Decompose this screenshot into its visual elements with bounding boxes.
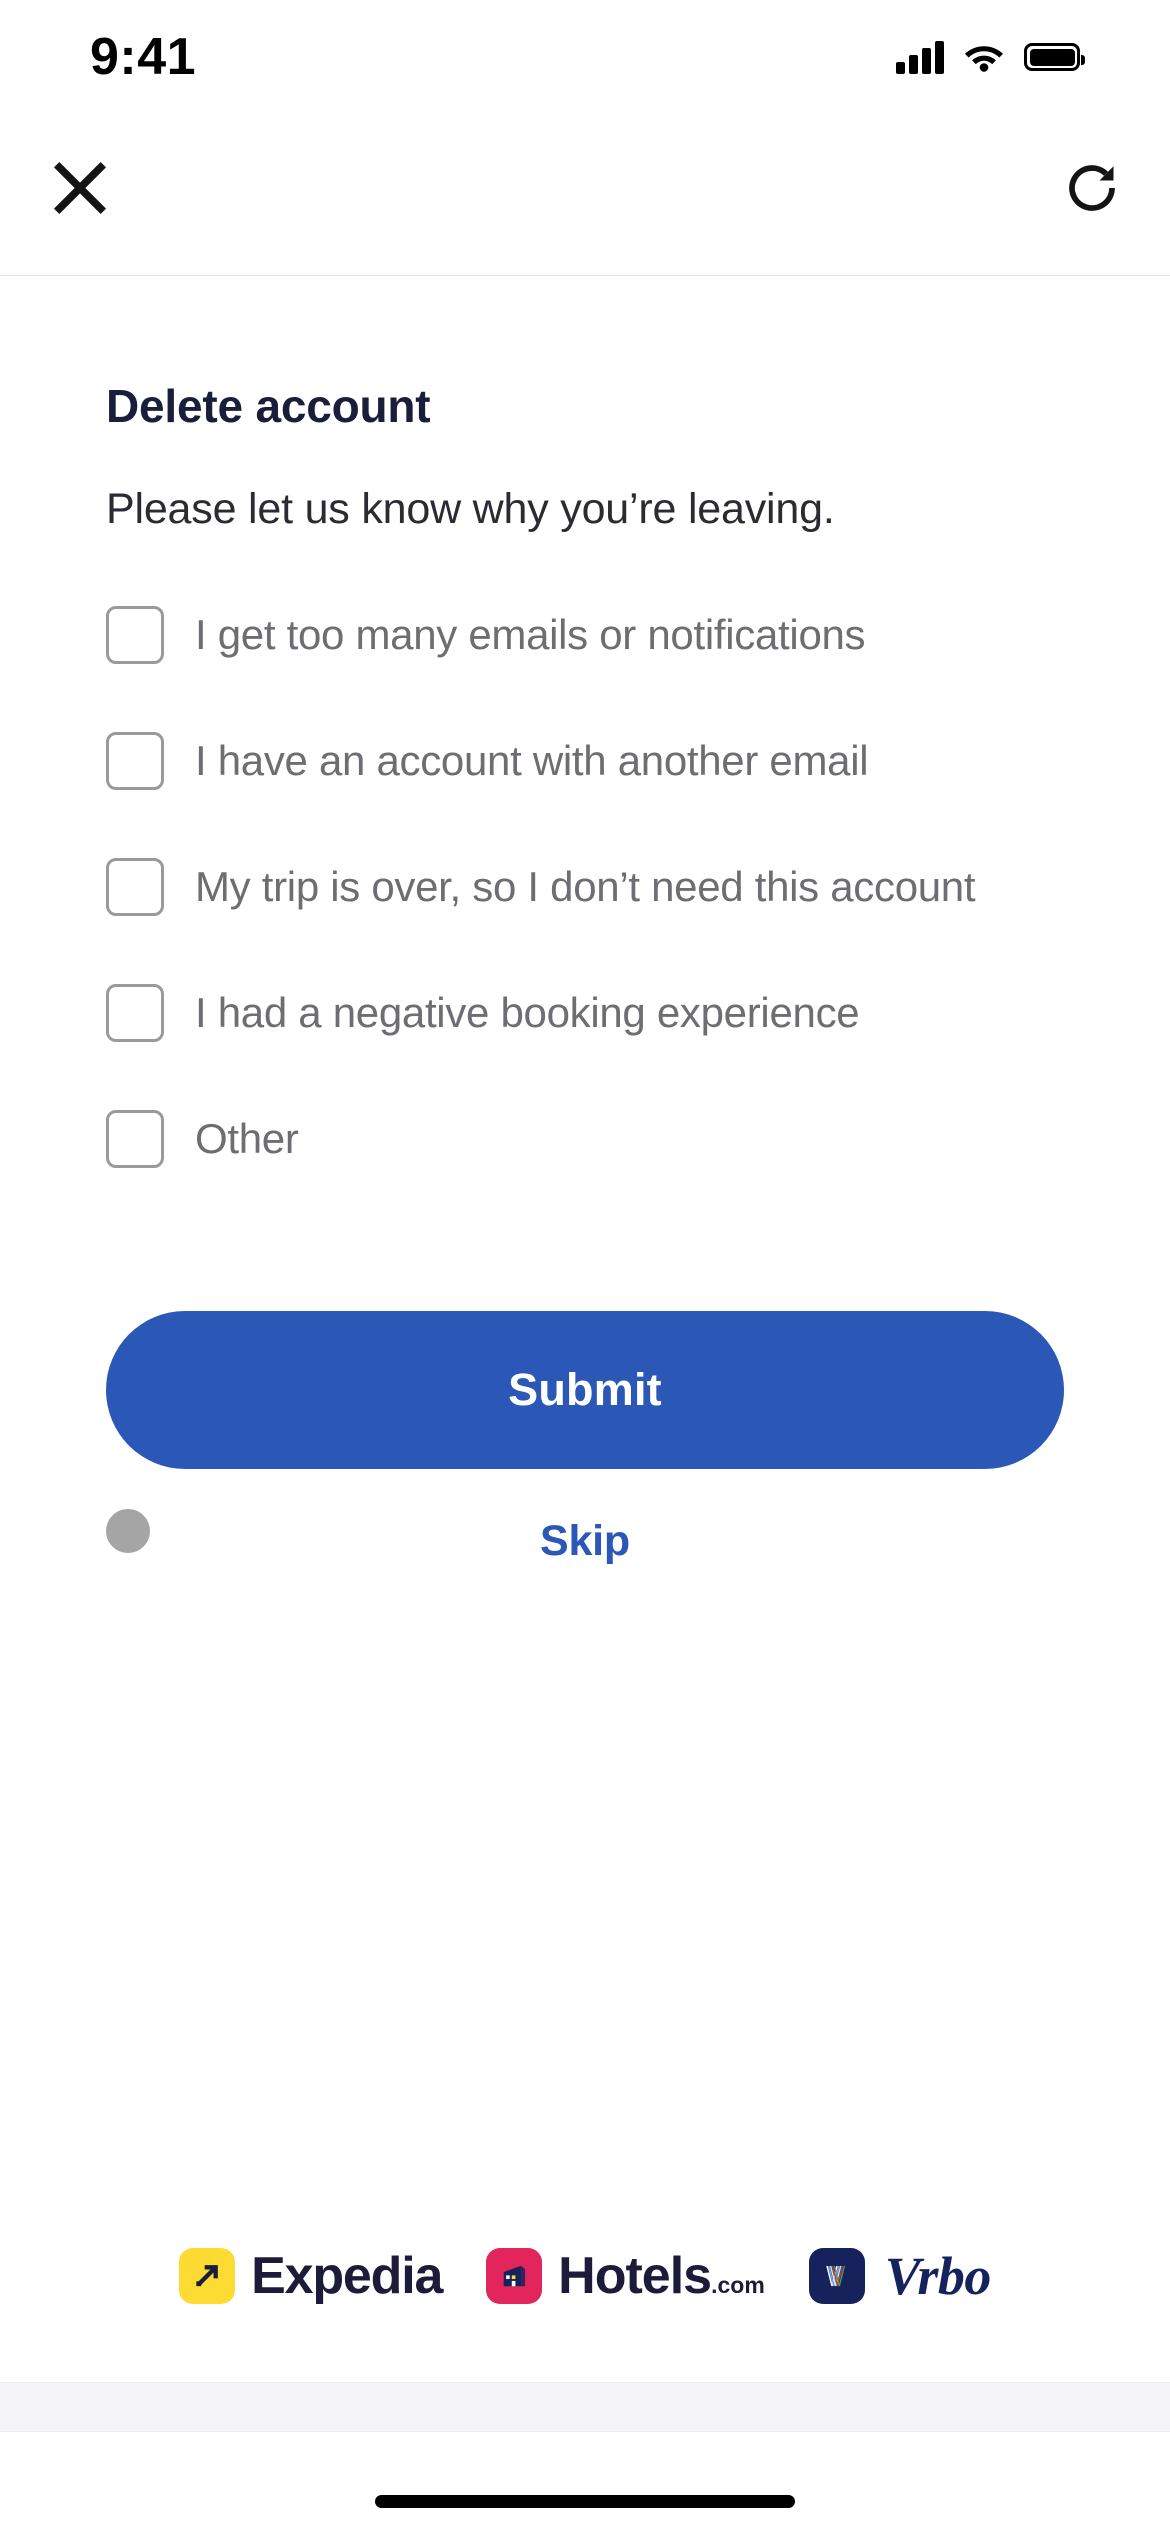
page-subtitle: Please let us know why you’re leaving. <box>106 485 835 533</box>
home-indicator[interactable] <box>375 2495 795 2508</box>
option-row[interactable]: I have an account with another email <box>106 722 1064 800</box>
option-label: My trip is over, so I don’t need this ac… <box>195 863 976 910</box>
option-label: I get too many emails or notifications <box>195 611 866 658</box>
option-label: I have an account with another email <box>195 737 869 784</box>
expedia-logo-icon <box>179 2248 236 2304</box>
checkbox-other[interactable] <box>106 1110 164 1168</box>
loading-dot-indicator <box>106 1509 150 1553</box>
skip-row: Skip <box>106 1491 1064 1591</box>
close-button[interactable] <box>45 153 115 223</box>
navigation-bar <box>0 100 1170 276</box>
expedia-wordmark: Expedia <box>251 2247 443 2305</box>
status-bar: 9:41 <box>0 0 1170 100</box>
cellular-signal-icon <box>896 40 944 74</box>
page-title: Delete account <box>106 380 431 432</box>
brand-hotels: Hotels.com <box>486 2246 765 2306</box>
vrbo-logo-icon <box>808 2248 865 2304</box>
hotels-tld: .com <box>711 2272 765 2298</box>
brand-footer: Expedia Hotels.com Vrbo <box>0 2245 1170 2307</box>
checkbox-emails-notifications[interactable] <box>106 606 164 664</box>
close-icon <box>53 161 107 214</box>
option-row[interactable]: Other <box>106 1100 1064 1178</box>
main-content: Delete account Please let us know why yo… <box>0 276 1170 1591</box>
option-row[interactable]: I had a negative booking experience <box>106 974 1064 1052</box>
hotels-logo-icon <box>486 2248 543 2304</box>
wifi-icon <box>964 42 1004 72</box>
option-label: I had a negative booking experience <box>195 989 860 1036</box>
reason-options-list: I get too many emails or notifications I… <box>106 596 1064 1178</box>
app-screen: 9:41 Delete account Please let us know w… <box>0 0 1170 2532</box>
option-row[interactable]: My trip is over, so I don’t need this ac… <box>106 848 1064 926</box>
checkbox-another-email[interactable] <box>106 732 164 790</box>
checkbox-negative-booking[interactable] <box>106 984 164 1042</box>
brand-vrbo: Vrbo <box>808 2245 992 2307</box>
refresh-button[interactable] <box>1062 158 1122 218</box>
hotels-wordmark: Hotels.com <box>558 2246 765 2306</box>
hotels-word: Hotels <box>558 2247 712 2305</box>
option-label: Other <box>195 1115 299 1162</box>
skip-button[interactable]: Skip <box>540 1517 630 1566</box>
vrbo-wordmark: Vrbo <box>884 2246 992 2306</box>
status-time: 9:41 <box>90 28 197 86</box>
status-indicators <box>896 40 1085 74</box>
submit-button[interactable]: Submit <box>106 1311 1064 1469</box>
battery-full-icon <box>1024 43 1085 71</box>
brand-expedia: Expedia <box>179 2246 443 2306</box>
bottom-strip <box>0 2382 1170 2432</box>
option-row[interactable]: I get too many emails or notifications <box>106 596 1064 674</box>
checkbox-trip-over[interactable] <box>106 858 164 916</box>
refresh-icon <box>1069 164 1115 211</box>
